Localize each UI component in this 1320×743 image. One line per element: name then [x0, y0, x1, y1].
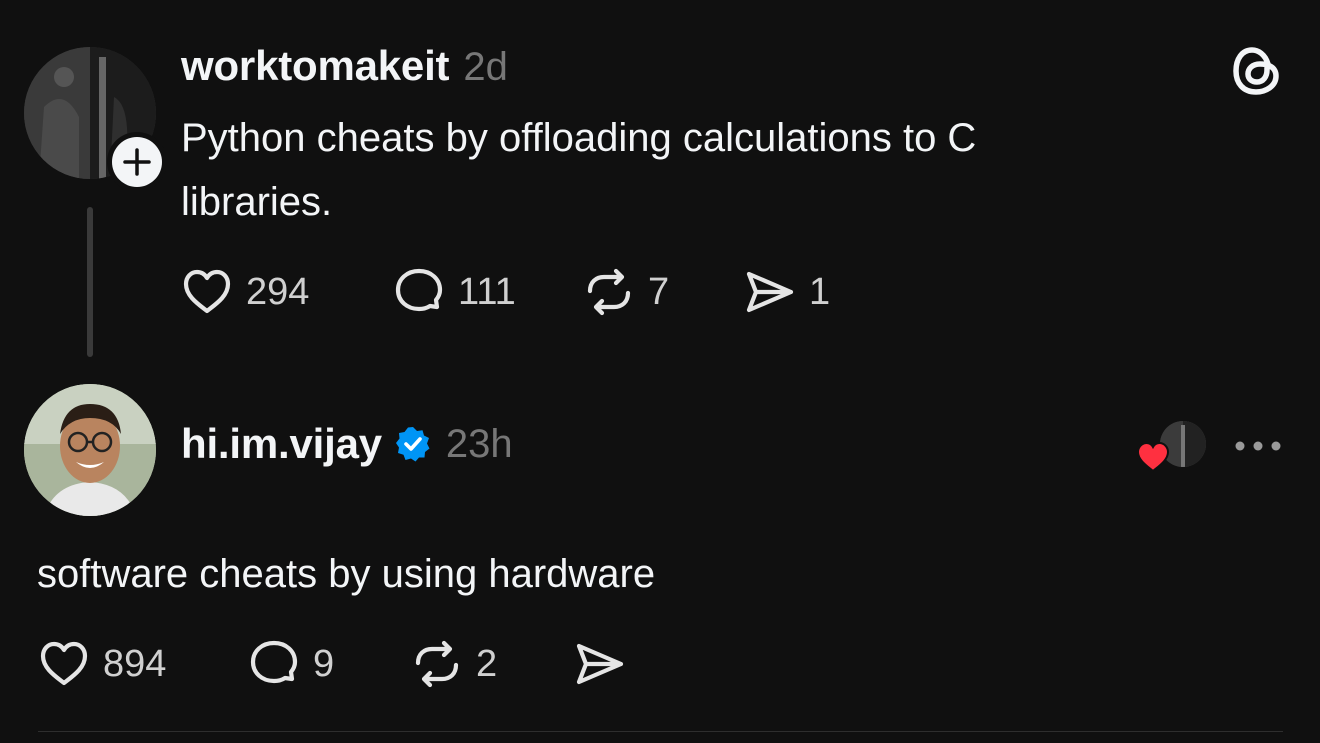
- post-text-line: libraries.: [181, 180, 333, 224]
- post-text-line: software cheats by using hardware: [37, 552, 656, 596]
- repost-icon: [587, 268, 631, 316]
- avatar-hi-im-vijay[interactable]: [24, 384, 156, 516]
- reply-button[interactable]: 9: [247, 636, 334, 692]
- post-timestamp[interactable]: 23h: [446, 422, 513, 467]
- heart-icon: [1136, 441, 1170, 478]
- comment-icon: [395, 268, 443, 312]
- share-button[interactable]: 1: [743, 264, 830, 320]
- post-username[interactable]: hi.im.vijay: [181, 420, 382, 468]
- like-button[interactable]: 294: [180, 264, 309, 320]
- share-count: 1: [809, 270, 831, 313]
- send-icon: [576, 643, 624, 685]
- ellipsis-icon: [1235, 441, 1281, 451]
- post-text-line: Python cheats by offloading calculations…: [181, 116, 977, 160]
- plus-icon: [112, 137, 162, 187]
- thread-line: [87, 207, 93, 357]
- send-icon: [746, 271, 794, 313]
- reply-count: 111: [458, 270, 516, 313]
- share-button[interactable]: [573, 636, 627, 692]
- post-body: software cheats by using hardware: [37, 542, 1237, 606]
- repost-button[interactable]: 7: [582, 264, 669, 320]
- verified-badge-icon: [394, 425, 432, 463]
- post-body: Python cheats by offloading calculations…: [181, 106, 1181, 234]
- like-count: 894: [103, 642, 167, 685]
- repost-button[interactable]: 2: [410, 636, 497, 692]
- post-header: hi.im.vijay 23h: [181, 420, 513, 468]
- reply-count: 9: [313, 642, 335, 685]
- post-divider: [38, 731, 1283, 732]
- reply-button[interactable]: 111: [392, 264, 516, 320]
- repost-icon: [415, 640, 459, 688]
- like-count: 294: [246, 270, 310, 313]
- repost-count: 7: [648, 270, 670, 313]
- like-button[interactable]: 894: [37, 636, 166, 692]
- heart-icon: [183, 269, 231, 314]
- repost-count: 2: [476, 642, 498, 685]
- heart-icon: [40, 641, 88, 686]
- post-timestamp[interactable]: 2d: [463, 45, 508, 90]
- post-header: worktomakeit 2d: [181, 42, 508, 90]
- more-options-button[interactable]: [1232, 434, 1284, 463]
- follow-button[interactable]: [107, 132, 167, 192]
- comment-icon: [250, 640, 298, 684]
- post-username[interactable]: worktomakeit: [181, 42, 450, 90]
- threads-logo-icon[interactable]: [1230, 44, 1284, 103]
